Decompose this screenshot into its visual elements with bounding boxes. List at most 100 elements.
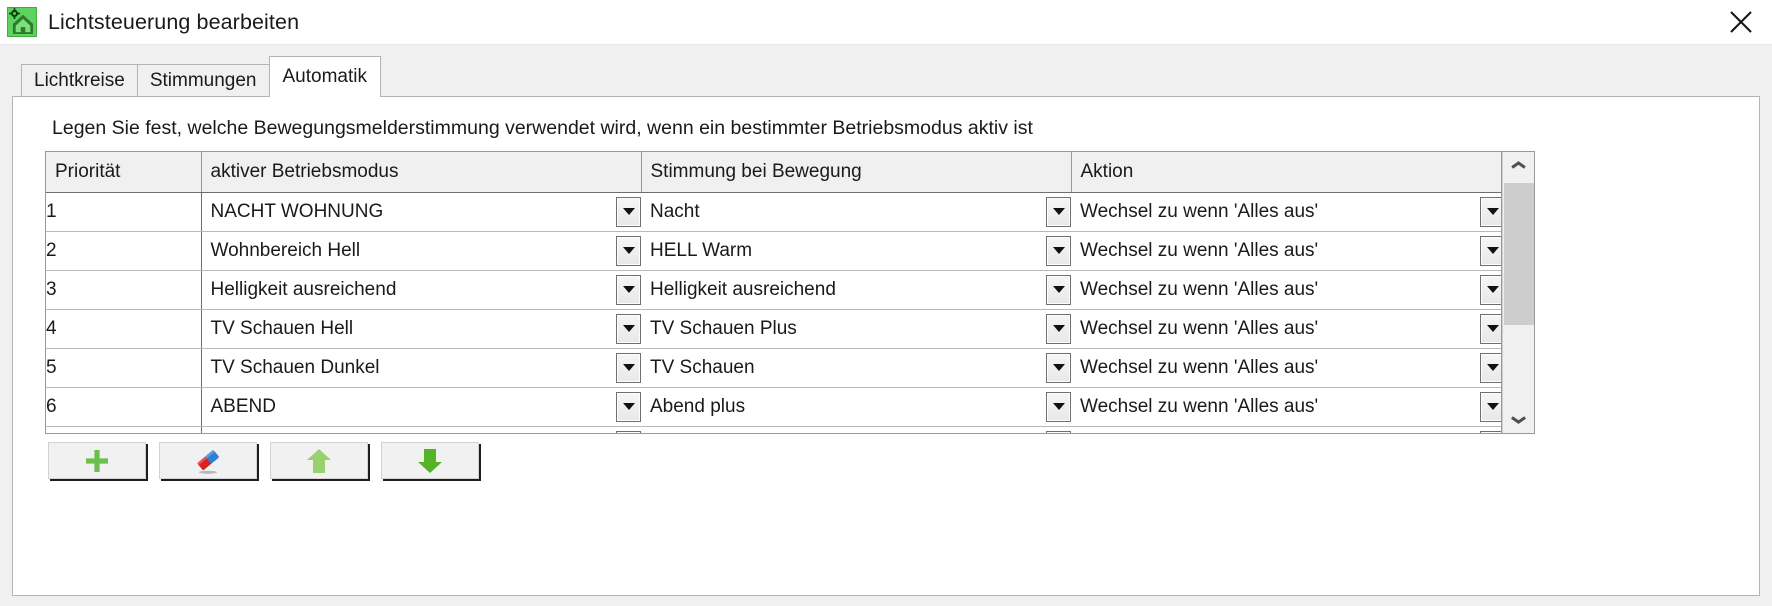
aktion-dropdown-button[interactable] [1480, 352, 1501, 383]
table-row[interactable] [46, 426, 1501, 433]
scroll-down-button[interactable] [1503, 402, 1534, 433]
chevron-down-icon [1486, 325, 1499, 332]
cell-prioritaet: 3 [46, 270, 202, 310]
cell-prioritaet [46, 426, 202, 433]
close-icon [1730, 11, 1752, 33]
cell-prioritaet: 2 [46, 231, 202, 271]
cell-aktion[interactable] [1071, 426, 1501, 433]
betriebsmodus-dropdown-button[interactable] [616, 196, 641, 227]
aktion-dropdown-button[interactable] [1480, 430, 1501, 433]
cell-aktion[interactable]: Wechsel zu wenn 'Alles aus' [1071, 270, 1501, 310]
cell-aktion[interactable]: Wechsel zu wenn 'Alles aus' [1071, 231, 1501, 271]
aktion-dropdown-button[interactable] [1480, 313, 1501, 344]
column-header-prioritaet: Priorität [46, 152, 202, 193]
chevron-down-icon [1052, 364, 1065, 371]
chevron-down-icon [622, 208, 635, 215]
table-row[interactable]: 6 ABEND Abend plus Wechsel zu wenn 'Alle… [46, 387, 1501, 427]
stimmung-value: TV Schauen Plus [650, 317, 797, 339]
chevron-down-icon [622, 364, 635, 371]
cell-betriebsmodus[interactable] [201, 426, 641, 433]
chevron-down-icon [622, 286, 635, 293]
cell-prioritaet: 4 [46, 309, 202, 349]
eraser-icon [197, 449, 219, 474]
table-row[interactable]: 2 Wohnbereich Hell HELL Warm Wechsel zu … [46, 231, 1501, 271]
column-header-stimmung: Stimmung bei Bewegung [641, 152, 1072, 193]
cell-betriebsmodus[interactable]: NACHT WOHNUNG [201, 192, 641, 232]
chevron-down-icon [1052, 286, 1065, 293]
table-header-row: Priorität aktiver Betriebsmodus Stimmung… [46, 152, 1501, 193]
betriebsmodus-dropdown-button[interactable] [616, 430, 641, 433]
cell-betriebsmodus[interactable]: TV Schauen Dunkel [201, 348, 641, 388]
cell-aktion[interactable]: Wechsel zu wenn 'Alles aus' [1071, 309, 1501, 349]
tab-label: Lichtkreise [34, 70, 125, 91]
description-text: Legen Sie fest, welche Bewegungsmelderst… [52, 117, 1033, 139]
table-row[interactable]: 5 TV Schauen Dunkel TV Schauen Wechsel z… [46, 348, 1501, 388]
column-header-aktion: Aktion [1071, 152, 1501, 193]
scrollbar-thumb[interactable] [1504, 183, 1534, 325]
cell-stimmung[interactable]: Nacht [641, 192, 1071, 232]
window-title: Lichtsteuerung bearbeiten [48, 10, 300, 34]
cell-aktion[interactable]: Wechsel zu wenn 'Alles aus' [1071, 348, 1501, 388]
stimmung-value: TV Schauen [650, 356, 755, 378]
aktion-value: Wechsel zu wenn 'Alles aus' [1080, 278, 1319, 300]
cell-stimmung[interactable]: TV Schauen Plus [641, 309, 1071, 349]
cell-betriebsmodus[interactable]: ABEND [201, 387, 641, 427]
chevron-down-icon [1486, 286, 1499, 293]
move-up-button[interactable] [270, 442, 368, 479]
betriebsmodus-dropdown-button[interactable] [616, 235, 641, 266]
table-row[interactable]: 1 NACHT WOHNUNG Nacht Wechsel zu wenn 'A… [46, 192, 1501, 232]
arrow-up-icon [307, 448, 331, 473]
move-down-button[interactable] [381, 442, 479, 479]
stimmung-value: HELL Warm [650, 239, 753, 261]
tab-label: Automatik [282, 66, 367, 87]
add-row-button[interactable] [48, 442, 146, 479]
delete-row-button[interactable] [159, 442, 257, 479]
cell-aktion[interactable]: Wechsel zu wenn 'Alles aus' [1071, 192, 1501, 232]
stimmung-dropdown-button[interactable] [1046, 235, 1071, 266]
aktion-dropdown-button[interactable] [1480, 391, 1501, 422]
tab-stimmungen[interactable]: Stimmungen [136, 64, 270, 97]
chevron-down-icon [1052, 247, 1065, 254]
stimmung-value: Abend plus [650, 395, 746, 417]
cell-stimmung[interactable]: Abend plus [641, 387, 1071, 427]
row-actions-toolbar [48, 442, 479, 479]
tab-strip: Lichtkreise Stimmungen Automatik [0, 45, 1772, 97]
aktion-dropdown-button[interactable] [1480, 196, 1501, 227]
cell-stimmung[interactable]: TV Schauen [641, 348, 1071, 388]
cell-aktion[interactable]: Wechsel zu wenn 'Alles aus' [1071, 387, 1501, 427]
betriebsmodus-value: NACHT WOHNUNG [210, 200, 384, 222]
stimmung-dropdown-button[interactable] [1046, 430, 1071, 433]
betriebsmodus-dropdown-button[interactable] [616, 391, 641, 422]
betriebsmodus-dropdown-button[interactable] [616, 313, 641, 344]
betriebsmodus-dropdown-button[interactable] [616, 274, 641, 305]
automatik-table-viewport: Priorität aktiver Betriebsmodus Stimmung… [46, 152, 1502, 433]
aktion-dropdown-button[interactable] [1480, 235, 1501, 266]
automatik-table-container: Priorität aktiver Betriebsmodus Stimmung… [45, 151, 1535, 434]
betriebsmodus-dropdown-button[interactable] [616, 352, 641, 383]
cell-betriebsmodus[interactable]: Wohnbereich Hell [201, 231, 641, 271]
stimmung-dropdown-button[interactable] [1046, 391, 1071, 422]
stimmung-value: Nacht [650, 200, 700, 222]
tab-automatik[interactable]: Automatik [268, 56, 381, 97]
cell-prioritaet: 1 [46, 192, 202, 232]
scroll-up-button[interactable] [1503, 152, 1534, 183]
stimmung-dropdown-button[interactable] [1046, 313, 1071, 344]
aktion-value: Wechsel zu wenn 'Alles aus' [1080, 200, 1319, 222]
table-row[interactable]: 4 TV Schauen Hell TV Schauen Plus Wechse… [46, 309, 1501, 349]
cell-stimmung[interactable] [641, 426, 1071, 433]
close-button[interactable] [1724, 5, 1758, 39]
cell-stimmung[interactable]: HELL Warm [641, 231, 1071, 271]
stimmung-dropdown-button[interactable] [1046, 352, 1071, 383]
house-icon [12, 14, 34, 34]
aktion-dropdown-button[interactable] [1480, 274, 1501, 305]
automatik-table: Priorität aktiver Betriebsmodus Stimmung… [46, 152, 1501, 433]
stimmung-dropdown-button[interactable] [1046, 196, 1071, 227]
table-row[interactable]: 3 Helligkeit ausreichend Helligkeit ausr… [46, 270, 1501, 310]
table-vertical-scrollbar[interactable] [1502, 152, 1534, 433]
stimmung-dropdown-button[interactable] [1046, 274, 1071, 305]
cell-betriebsmodus[interactable]: Helligkeit ausreichend [201, 270, 641, 310]
cell-betriebsmodus[interactable]: TV Schauen Hell [201, 309, 641, 349]
title-bar: Lichtsteuerung bearbeiten [0, 0, 1772, 44]
tab-lichtkreise[interactable]: Lichtkreise [21, 64, 138, 97]
cell-stimmung[interactable]: Helligkeit ausreichend [641, 270, 1071, 310]
